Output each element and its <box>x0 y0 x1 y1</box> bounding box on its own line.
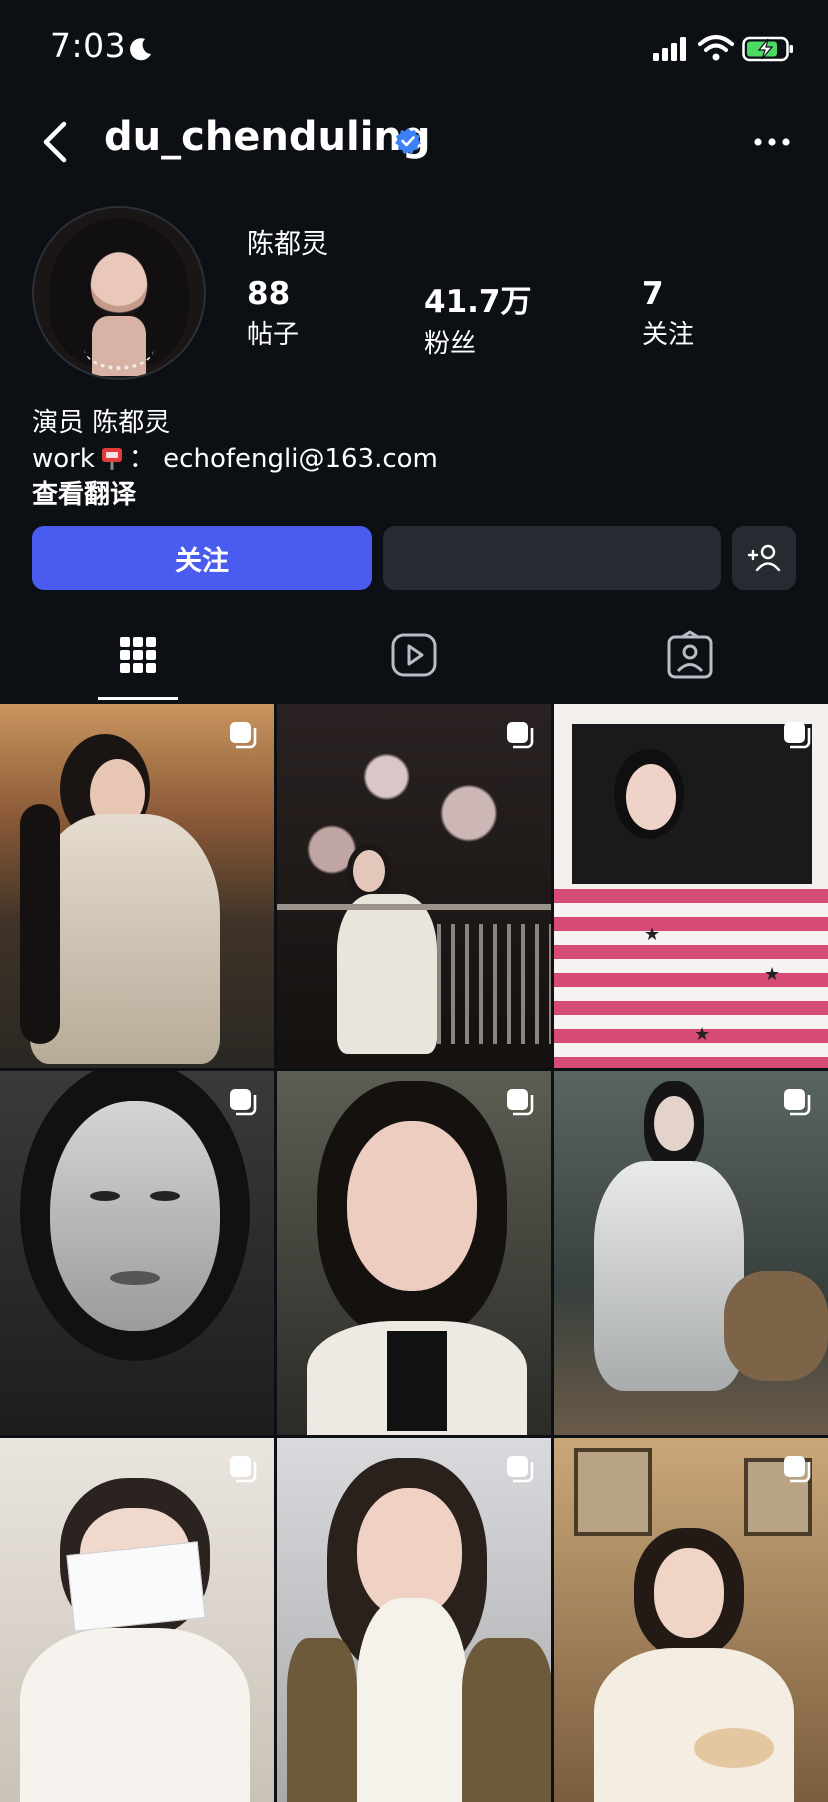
stat-value: 7 <box>642 276 664 312</box>
stat-value: 88 <box>247 276 291 312</box>
post-tile[interactable] <box>277 704 551 1068</box>
tab-reels-icon[interactable] <box>390 630 438 680</box>
profile-avatar[interactable] <box>32 206 206 380</box>
post-tile[interactable] <box>554 1438 828 1802</box>
bio-work-email: ： echofengli@163.com <box>128 444 438 474</box>
moon-icon <box>130 38 151 61</box>
multiple-photos-icon <box>230 1089 257 1116</box>
status-time: 7:03 <box>50 26 127 65</box>
post-tile[interactable] <box>277 1071 551 1435</box>
multiple-photos-icon <box>507 1089 534 1116</box>
multiple-photos-icon <box>507 1456 534 1483</box>
bio-work-prefix: work <box>32 444 95 474</box>
suggested-users-button[interactable] <box>732 526 796 590</box>
verified-badge-icon <box>395 128 421 154</box>
battery-charging-icon <box>742 36 793 62</box>
post-tile[interactable] <box>0 704 274 1068</box>
multiple-photos-icon <box>784 1089 811 1116</box>
back-arrow-icon[interactable] <box>38 118 70 166</box>
stat-followers[interactable]: 41.7万 粉丝 <box>424 276 532 360</box>
display-name: 陈都灵 <box>247 229 328 260</box>
message-button[interactable] <box>383 526 721 590</box>
mailbox-icon <box>101 448 122 470</box>
post-tile[interactable] <box>0 1071 274 1435</box>
multiple-photos-icon <box>784 1456 811 1483</box>
active-tab-indicator <box>98 697 178 700</box>
stat-value: 41.7万 <box>424 284 532 320</box>
tab-posts-grid-icon[interactable] <box>114 630 162 680</box>
post-tile[interactable]: ★ ★ ★ <box>554 704 828 1068</box>
stat-label: 粉丝 <box>424 329 477 359</box>
post-tile[interactable] <box>0 1438 274 1802</box>
cellular-signal-icon <box>653 37 686 61</box>
bio-line: 演员 陈都灵 <box>32 408 171 438</box>
stat-posts[interactable]: 88 帖子 <box>247 276 299 351</box>
stat-label: 关注 <box>642 320 695 350</box>
multiple-photos-icon <box>784 722 811 749</box>
tab-tagged-icon[interactable] <box>666 630 714 680</box>
multiple-photos-icon <box>230 1456 257 1483</box>
wifi-icon <box>698 35 734 61</box>
see-translation-link[interactable]: 查看翻译 <box>32 474 136 511</box>
follow-button[interactable]: 关注 <box>32 526 372 590</box>
stat-following[interactable]: 7 关注 <box>642 276 694 351</box>
post-tile[interactable] <box>554 1071 828 1435</box>
post-tile[interactable] <box>277 1438 551 1802</box>
add-person-icon <box>747 544 781 572</box>
multiple-photos-icon <box>507 722 534 749</box>
profile-username: du_chenduling <box>104 114 431 160</box>
bio-work-line: work ： echofengli@163.com <box>32 438 438 475</box>
stat-label: 帖子 <box>247 320 300 350</box>
more-options-icon[interactable] <box>750 124 794 160</box>
multiple-photos-icon <box>230 722 257 749</box>
